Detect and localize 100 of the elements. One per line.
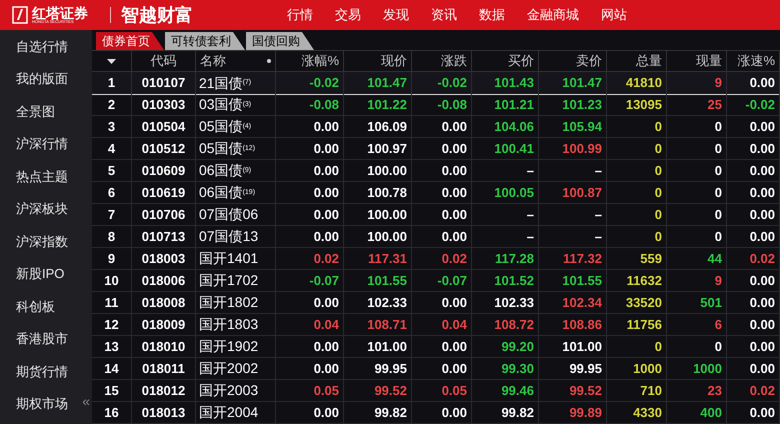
row-number: 13: [104, 338, 119, 356]
table-cell-text: 100.41: [494, 140, 534, 158]
row-number: 3: [108, 118, 116, 136]
column-header[interactable]: 涨幅%: [301, 51, 339, 71]
table-cell-text: 33520: [626, 294, 662, 312]
sidebar-item[interactable]: 香港股市: [0, 322, 78, 355]
table-row[interactable]: 1 010107 21国债$^{(7)}$ -0.02 101.47 -0.02 101.43 101.47 41810 9 0.00: [92, 72, 780, 94]
table-cell-text: 国开1802: [199, 293, 258, 312]
sidebar-item[interactable]: 期货行情: [0, 355, 78, 388]
table-row[interactable]: 5 010609 06国债$^{(9)}$ 0.00 100.00 0.00 – – 0 0 0.00: [92, 160, 780, 182]
table-cell-text: 0.00: [442, 118, 467, 136]
table-cell-text: –: [526, 162, 534, 180]
column-header[interactable]: 代码: [150, 51, 176, 71]
sidebar-item[interactable]: 沪深指数: [0, 225, 78, 258]
nav-item[interactable]: 资讯: [431, 5, 457, 25]
table-cell-text: 0.00: [442, 140, 467, 158]
table-cell-text: 0.00: [442, 162, 467, 180]
sidebar-item[interactable]: 期权市场: [0, 388, 78, 420]
column-header[interactable]: 涨跌: [441, 51, 467, 71]
sort-down-icon[interactable]: [107, 58, 116, 64]
column-header[interactable]: 名称: [200, 51, 226, 71]
table-row[interactable]: 2 010303 03国债$^{(3)}$ -0.08 101.22 -0.08 101.21 101.23 13095 25 -0.02: [92, 94, 780, 116]
table-cell-text: 国开2004: [199, 403, 258, 422]
table-cell-text: 23: [708, 382, 722, 400]
column-header[interactable]: 买价: [508, 51, 534, 71]
table-cell-text: -0.08: [309, 96, 339, 114]
table-row[interactable]: 11 018008 国开1802 0.00 102.33 0.00 102.33 102.34 33520 501 0.00: [92, 292, 780, 314]
table-cell-text: 0.00: [442, 184, 467, 202]
sidebar-item[interactable]: 沪深板块: [0, 192, 78, 225]
sidebar-item[interactable]: 热点主题: [0, 160, 78, 192]
table-cell-text: 99.82: [374, 404, 407, 422]
table-row[interactable]: 12 018009 国开1803 0.04 108.71 0.04 108.72 108.86 11756 6 0.00: [92, 314, 780, 336]
table-cell-text: -0.08: [437, 96, 467, 114]
nav-item[interactable]: 网站: [601, 5, 627, 25]
table-cell-text: 101.22: [367, 96, 407, 114]
brand-name: 红塔证券: [32, 6, 88, 20]
sidebar-item[interactable]: 科创板: [0, 290, 78, 322]
table-cell-text: 0.00: [314, 228, 339, 246]
table-cell-text: 100.00: [367, 206, 407, 224]
nav-item[interactable]: 数据: [479, 5, 505, 25]
tab[interactable]: 债券首页: [96, 32, 164, 50]
sidebar-item[interactable]: 全景图: [0, 95, 78, 128]
table-cell-text: 6: [714, 316, 722, 334]
nav-item[interactable]: 交易: [335, 5, 361, 25]
table-row[interactable]: 10 018006 国开1702 -0.07 101.55 -0.07 101.52 101.55 11632 9 0.00: [92, 270, 780, 292]
table-cell-text: 0.00: [314, 206, 339, 224]
column-header[interactable]: 现量: [696, 51, 722, 71]
table-cell-text: 018011: [142, 360, 185, 378]
table-cell-text: 0.00: [750, 184, 775, 202]
column-header[interactable]: 总量: [636, 51, 662, 71]
table-cell-text: 101.00: [367, 338, 407, 356]
table-row[interactable]: 9 018003 国开1401 0.02 117.31 0.02 117.28 117.32 559 44 0.02: [92, 248, 780, 270]
table-row[interactable]: 13 018010 国开1902 0.00 101.00 0.00 99.20 101.00 0 0 0.00: [92, 336, 780, 358]
table-cell-text: 106.09: [367, 118, 407, 136]
nav-item[interactable]: 发现: [383, 5, 409, 25]
table-cell-text: 0.00: [314, 360, 339, 378]
table-cell-text: –: [594, 162, 602, 180]
table-cell-text: 0.00: [314, 294, 339, 312]
table-row[interactable]: 4 010512 05国债$^{(12)}$ 0.00 100.97 0.00 100.41 100.99 0 0 0.00: [92, 138, 780, 160]
nav-item[interactable]: 金融商城: [527, 5, 579, 25]
table-cell-text: 100.00: [367, 162, 407, 180]
row-number: 12: [104, 316, 119, 334]
table-row[interactable]: 14 018011 国开2002 0.00 99.95 0.00 99.30 99.95 1000 1000 0.00: [92, 358, 780, 380]
table-row[interactable]: 3 010504 05国债$^{(4)}$ 0.00 106.09 0.00 104.06 105.94 0 0 0.00: [92, 116, 780, 138]
column-header[interactable]: 卖价: [576, 51, 602, 71]
table-cell-text: 0.00: [750, 118, 775, 136]
tab[interactable]: 国债回购: [246, 32, 314, 50]
table-row[interactable]: 15 018012 国开2003 0.05 99.52 0.05 99.46 99.52 710 23 0.02: [92, 380, 780, 402]
table-row[interactable]: 7 010706 07国债06 0.00 100.00 0.00 – – 0 0 0.00: [92, 204, 780, 226]
table-row[interactable]: 6 010619 06国债$^{(19)}$ 0.00 100.78 0.00 100.05 100.87 0 0 0.00: [92, 182, 780, 204]
table-cell-text: 0.00: [750, 316, 775, 334]
sidebar-item[interactable]: 我的版面: [0, 62, 78, 95]
tab[interactable]: 可转债套利: [165, 32, 245, 50]
table-row[interactable]: 16 018013 国开2004 0.00 99.82 0.00 99.82 99.89 4330 400 0.00: [92, 402, 780, 424]
table-cell-text: 05国债$^{(12)}$: [199, 139, 256, 158]
table-cell-text: 010619: [142, 184, 186, 202]
table-cell-text: 0.00: [314, 404, 339, 422]
column-header[interactable]: 现价: [381, 51, 407, 71]
table-cell-text: -0.07: [437, 272, 467, 290]
sidebar-item[interactable]: 新股IPO: [0, 258, 78, 290]
table-cell-text: 0.00: [442, 228, 467, 246]
row-number: 1: [108, 74, 116, 92]
nav-item[interactable]: 行情: [287, 5, 313, 25]
row-number: 15: [104, 382, 119, 400]
table-cell-text: 0.02: [750, 250, 775, 268]
table-cell-text: 0: [654, 184, 662, 202]
table-cell-text: 101.47: [562, 74, 602, 92]
table-row[interactable]: 8 010713 07国债13 0.00 100.00 0.00 – – 0 0 0.00: [92, 226, 780, 248]
table-cell-text: 101.47: [367, 74, 407, 92]
sidebar-item[interactable]: 沪深行情: [0, 128, 78, 160]
table-cell-text: 44: [708, 250, 722, 268]
table-cell-text: 0.00: [750, 206, 775, 224]
table-cell-text: 国开1702: [199, 271, 258, 290]
table-cell-text: 101.23: [562, 96, 602, 114]
collapse-button[interactable]: «: [82, 394, 90, 408]
column-header[interactable]: 涨速%: [737, 51, 775, 71]
table-cell-text: 101.00: [562, 338, 602, 356]
table-cell-text: 010303: [142, 96, 186, 114]
sidebar-item[interactable]: 自选行情: [0, 30, 78, 62]
table-cell-text: 559: [640, 250, 662, 268]
